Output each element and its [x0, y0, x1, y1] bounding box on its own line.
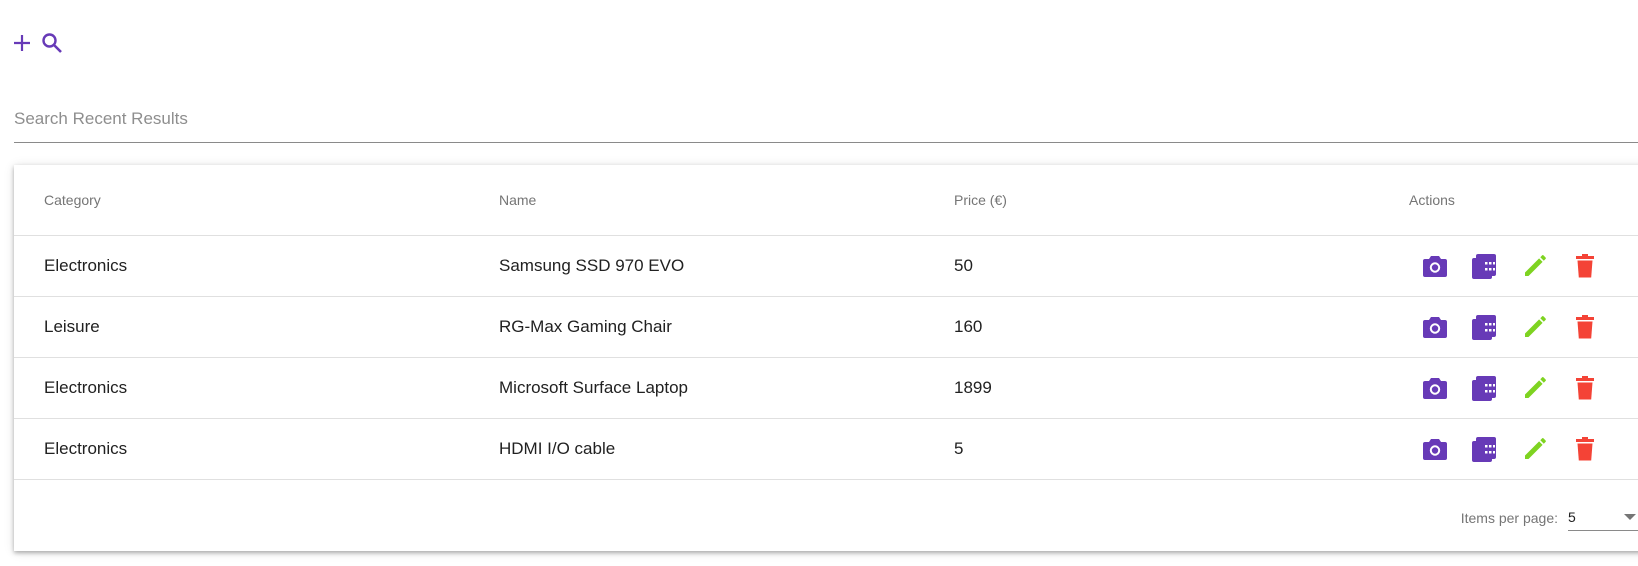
results-table: Category Name Price (€) Actions Electron… — [14, 165, 1638, 480]
cell-name: Microsoft Surface Laptop — [499, 357, 954, 419]
pencil-icon — [1525, 316, 1546, 337]
pencil-icon — [1525, 255, 1546, 276]
photo-button[interactable] — [1421, 435, 1449, 463]
cell-category: Electronics — [14, 418, 499, 480]
trash-icon — [1576, 254, 1594, 278]
camera-icon — [1423, 378, 1447, 399]
cell-category: Leisure — [14, 296, 499, 358]
header-actions: Actions — [1409, 165, 1638, 236]
film-icon — [1472, 315, 1496, 340]
table-row: Electronics HDMI I/O cable 5 — [14, 418, 1638, 480]
cell-actions — [1409, 418, 1638, 480]
cell-price: 1899 — [954, 357, 1409, 419]
cell-price: 50 — [954, 235, 1409, 297]
camera-icon — [1423, 439, 1447, 460]
table-header-row: Category Name Price (€) Actions — [14, 165, 1638, 236]
edit-button[interactable] — [1521, 435, 1549, 463]
gallery-button[interactable] — [1471, 435, 1499, 463]
cell-name: HDMI I/O cable — [499, 418, 954, 480]
trash-icon — [1576, 315, 1594, 339]
trash-icon — [1576, 437, 1594, 461]
cell-price: 160 — [954, 296, 1409, 358]
header-price[interactable]: Price (€) — [954, 165, 1409, 236]
photo-button[interactable] — [1421, 252, 1449, 280]
items-per-page-value: 5 — [1568, 509, 1576, 525]
paginator: Items per page: 5 — [1461, 504, 1638, 531]
gallery-button[interactable] — [1471, 252, 1499, 280]
cell-category: Electronics — [14, 235, 499, 297]
pencil-icon — [1525, 438, 1546, 459]
items-per-page-label: Items per page: — [1460, 509, 1558, 526]
gallery-button[interactable] — [1471, 374, 1499, 402]
cell-category: Electronics — [14, 357, 499, 419]
cell-name: Samsung SSD 970 EVO — [499, 235, 954, 297]
delete-button[interactable] — [1571, 435, 1599, 463]
edit-button[interactable] — [1521, 374, 1549, 402]
photo-button[interactable] — [1421, 313, 1449, 341]
cell-actions — [1409, 357, 1638, 419]
table-row: Leisure RG-Max Gaming Chair 160 — [14, 296, 1638, 358]
film-icon — [1472, 376, 1496, 401]
trash-icon — [1576, 376, 1594, 400]
edit-button[interactable] — [1521, 313, 1549, 341]
table-row: Electronics Microsoft Surface Laptop 189… — [14, 357, 1638, 419]
magnify-icon — [42, 33, 62, 53]
edit-button[interactable] — [1521, 252, 1549, 280]
header-name[interactable]: Name — [499, 165, 954, 236]
plus-icon — [14, 35, 30, 51]
delete-button[interactable] — [1571, 313, 1599, 341]
cell-name: RG-Max Gaming Chair — [499, 296, 954, 358]
camera-icon — [1423, 256, 1447, 277]
chevron-down-icon — [1624, 514, 1636, 520]
cell-price: 5 — [954, 418, 1409, 480]
delete-button[interactable] — [1571, 374, 1599, 402]
gallery-button[interactable] — [1471, 313, 1499, 341]
film-icon — [1472, 254, 1496, 279]
table-row: Electronics Samsung SSD 970 EVO 50 — [14, 235, 1638, 297]
search-field — [14, 104, 1638, 143]
results-table-card: Category Name Price (€) Actions Electron… — [14, 165, 1638, 551]
photo-button[interactable] — [1421, 374, 1449, 402]
header-category[interactable]: Category — [14, 165, 499, 236]
search-button[interactable] — [39, 30, 65, 56]
toolbar — [9, 30, 65, 56]
pencil-icon — [1525, 377, 1546, 398]
film-icon — [1472, 437, 1496, 462]
search-input[interactable] — [14, 104, 1638, 134]
delete-button[interactable] — [1571, 252, 1599, 280]
cell-actions — [1409, 296, 1638, 358]
cell-actions — [1409, 235, 1638, 297]
add-button[interactable] — [9, 30, 35, 56]
items-per-page-select[interactable]: 5 — [1568, 504, 1638, 531]
camera-icon — [1423, 317, 1447, 338]
